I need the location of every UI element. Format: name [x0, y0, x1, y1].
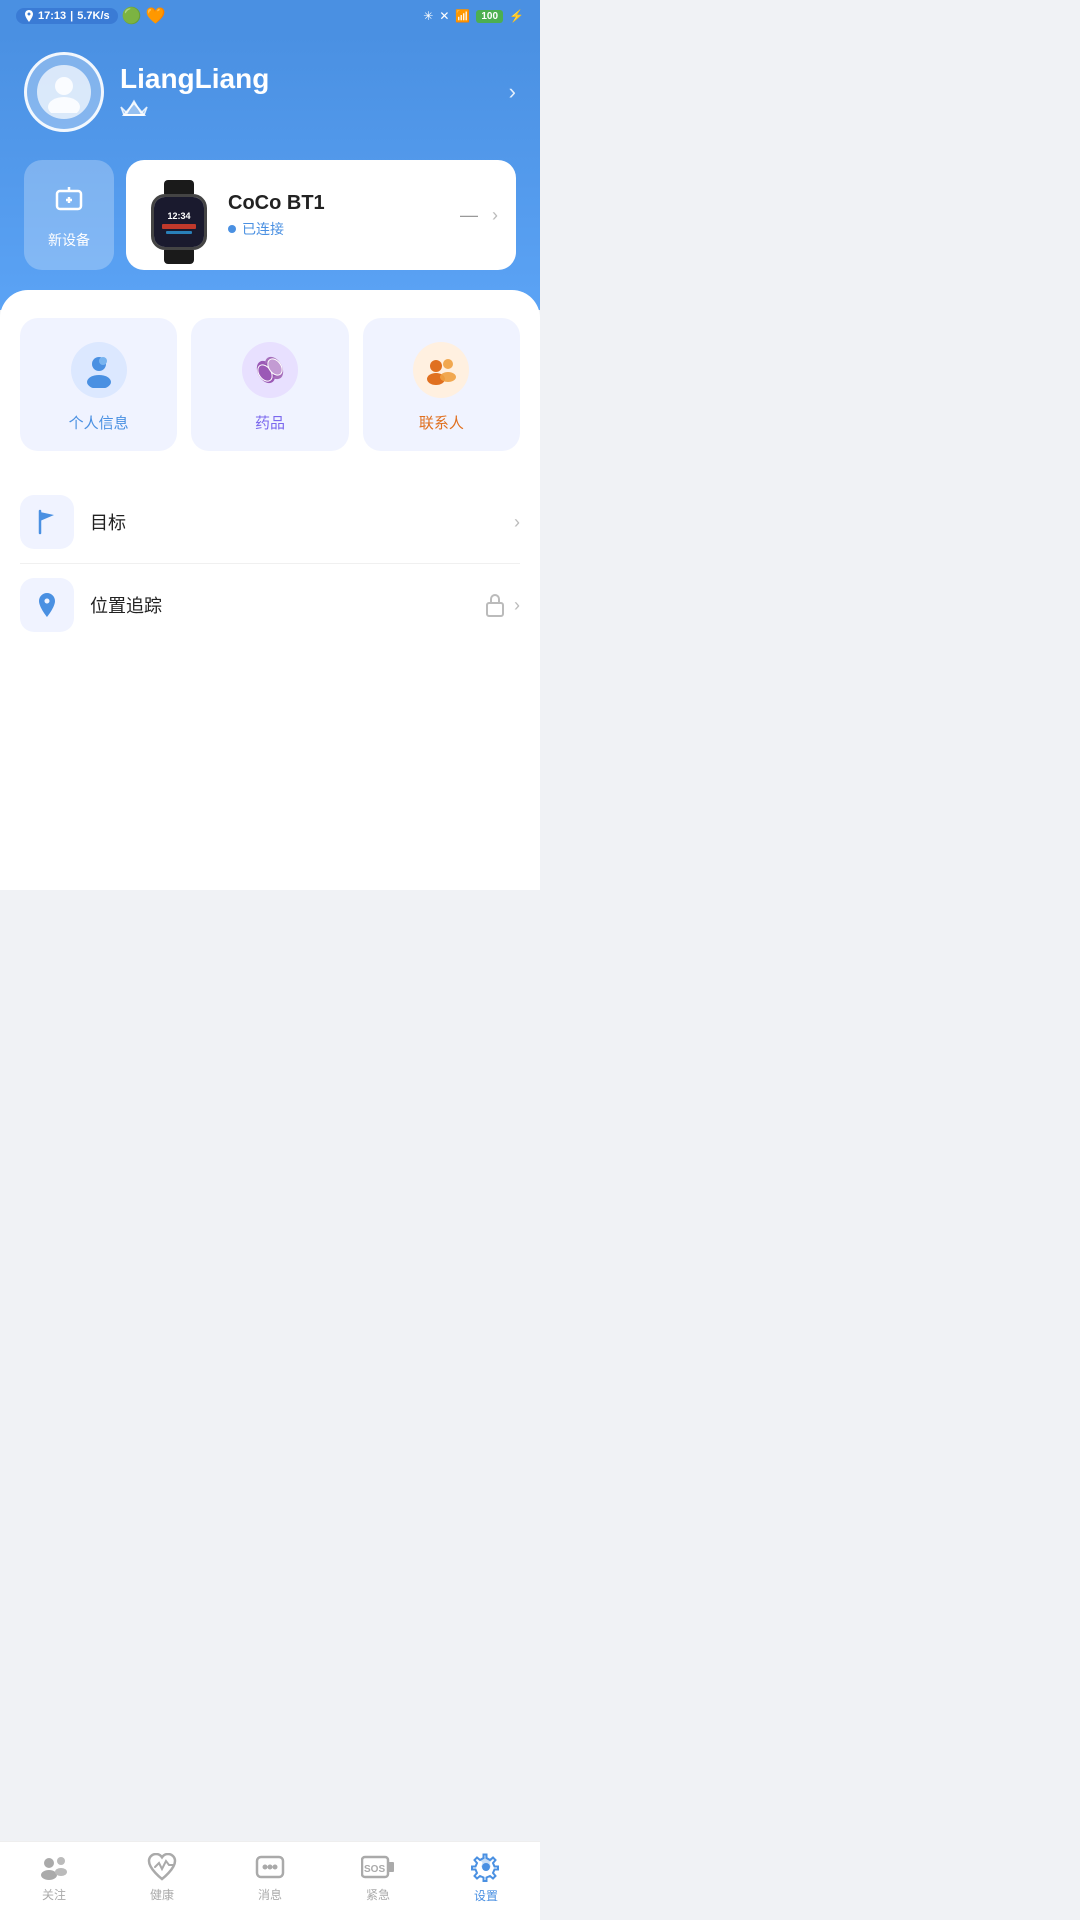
watch-time: 12:34 [167, 211, 190, 221]
header-section: LiangLiang › 新设备 [0, 32, 540, 310]
user-info: LiangLiang [120, 62, 493, 123]
lock-icon [484, 592, 506, 618]
status-network-speed: 5.7K/s [77, 10, 109, 22]
device-connected-label: 已连接 [242, 219, 284, 239]
app-icon-1: 🟢 [122, 6, 142, 26]
emergency-nav-label: 紧急 [366, 1886, 390, 1903]
wifi-icon: 📶 [455, 9, 470, 23]
nav-item-follow[interactable]: 关注 [24, 1853, 84, 1903]
emergency-nav-icon: SOS [361, 1853, 395, 1881]
nav-item-emergency[interactable]: SOS 紧急 [348, 1853, 408, 1903]
location-pin-icon [32, 590, 62, 620]
action-personal-info[interactable]: 个人信息 [20, 318, 177, 451]
device-card[interactable]: 12:34 CoCo BT1 已连接 — › [126, 160, 516, 270]
bluetooth-icon: ✳ [423, 9, 433, 23]
menu-list: 目标 › 位置追踪 › [20, 481, 520, 646]
main-content: 个人信息 药品 [0, 290, 540, 890]
new-device-button[interactable]: 新设备 [24, 160, 114, 270]
location-chevron: › [514, 595, 520, 616]
location-icon-wrap [20, 578, 74, 632]
action-contacts[interactable]: 联系人 [363, 318, 520, 451]
quick-actions: 个人信息 药品 [20, 318, 520, 451]
goal-label: 目标 [90, 509, 498, 535]
health-nav-icon [147, 1853, 177, 1881]
status-left: 17:13 | 5.7K/s 🟢 🧡 [16, 6, 165, 26]
contacts-label: 联系人 [419, 412, 464, 433]
nav-item-health[interactable]: 健康 [132, 1853, 192, 1903]
device-row: 新设备 12:34 [24, 160, 516, 270]
device-dash: — [460, 205, 478, 226]
message-nav-label: 消息 [258, 1886, 282, 1903]
new-device-label: 新设备 [48, 230, 90, 250]
battery-indicator: 100 [476, 10, 503, 23]
message-nav-icon [255, 1853, 285, 1881]
svg-text:SOS: SOS [364, 1864, 385, 1875]
app-icon-2: 🧡 [146, 6, 166, 26]
follow-nav-label: 关注 [42, 1886, 66, 1903]
menu-item-goal[interactable]: 目标 › [20, 481, 520, 564]
add-icon [51, 181, 87, 217]
avatar-inner [37, 65, 91, 119]
connected-dot [228, 225, 236, 233]
watch-image: 12:34 [144, 180, 214, 250]
crown-badge [120, 99, 493, 122]
settings-nav-label: 设置 [474, 1887, 498, 1904]
follow-nav-icon [39, 1853, 69, 1881]
contacts-icon [423, 352, 459, 388]
location-icon [24, 10, 34, 22]
goal-icon-wrap [20, 495, 74, 549]
user-name: LiangLiang [120, 62, 493, 96]
contacts-icon-wrap [413, 342, 469, 398]
medicine-label: 药品 [255, 412, 285, 433]
medicine-icon [252, 352, 288, 388]
device-chevron[interactable]: › [492, 205, 498, 226]
medicine-icon-wrap [242, 342, 298, 398]
user-row[interactable]: LiangLiang › [24, 52, 516, 132]
settings-nav-icon [471, 1852, 501, 1882]
crown-icon [120, 99, 148, 117]
nav-item-settings[interactable]: 设置 [456, 1852, 516, 1904]
avatar[interactable] [24, 52, 104, 132]
status-right: ✳ ✕ 📶 100 ⚡ [423, 9, 524, 23]
device-status: 已连接 [228, 219, 446, 239]
location-right: › [484, 592, 520, 618]
device-name: CoCo BT1 [228, 192, 446, 215]
x-icon: ✕ [439, 9, 449, 23]
person-icon [81, 352, 117, 388]
bottom-nav: 关注 健康 消息 SOS 紧急 设置 [0, 1841, 540, 1920]
location-label: 位置追踪 [90, 592, 468, 618]
avatar-person-icon [43, 71, 85, 113]
device-info: CoCo BT1 已连接 [228, 192, 446, 239]
add-device-icon [51, 181, 87, 224]
profile-chevron[interactable]: › [509, 79, 516, 105]
goal-chevron: › [514, 512, 520, 533]
health-nav-label: 健康 [150, 1886, 174, 1903]
personal-info-icon-wrap [71, 342, 127, 398]
charging-icon: ⚡ [509, 9, 524, 23]
menu-item-location[interactable]: 位置追踪 › [20, 564, 520, 646]
nav-item-message[interactable]: 消息 [240, 1853, 300, 1903]
status-time: 17:13 [38, 10, 66, 22]
goal-flag-icon [32, 507, 62, 537]
goal-right: › [514, 512, 520, 533]
status-bar: 17:13 | 5.7K/s 🟢 🧡 ✳ ✕ 📶 100 ⚡ [0, 0, 540, 32]
personal-info-label: 个人信息 [69, 412, 129, 433]
action-medicine[interactable]: 药品 [191, 318, 348, 451]
status-speed: | [70, 10, 73, 22]
status-pill: 17:13 | 5.7K/s [16, 8, 118, 24]
